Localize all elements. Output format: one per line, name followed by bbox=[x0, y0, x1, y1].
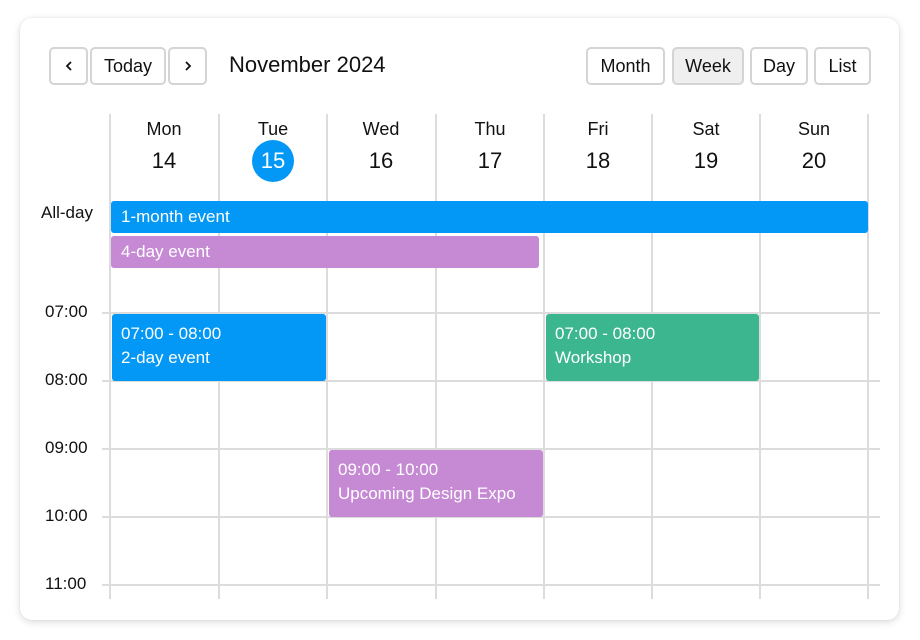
view-week-button[interactable]: Week bbox=[672, 47, 744, 85]
day-name: Sun bbox=[797, 119, 831, 139]
day-name: Sat bbox=[692, 119, 720, 139]
day-name: Wed bbox=[362, 119, 400, 139]
day-number: 14 bbox=[151, 148, 177, 173]
time-label: 08:00 bbox=[45, 370, 88, 389]
timed-event[interactable]: 07:00 - 08:00 2-day event bbox=[112, 314, 326, 381]
grid-column-line bbox=[109, 114, 111, 599]
day-number: 18 bbox=[585, 148, 611, 173]
grid-column-line bbox=[543, 114, 545, 599]
prev-button[interactable] bbox=[49, 47, 88, 85]
day-name: Thu bbox=[474, 119, 506, 139]
view-list-button[interactable]: List bbox=[814, 47, 871, 85]
event-title: Workshop bbox=[555, 348, 632, 367]
day-header-thu[interactable]: Thu 17 bbox=[436, 118, 544, 175]
time-label: 10:00 bbox=[45, 506, 88, 525]
allday-label: All-day bbox=[41, 203, 93, 222]
event-time: 07:00 - 08:00 bbox=[121, 324, 222, 343]
day-number: 17 bbox=[477, 148, 503, 173]
timed-event[interactable]: 09:00 - 10:00 Upcoming Design Expo bbox=[329, 450, 543, 517]
view-month-button[interactable]: Month bbox=[586, 47, 665, 85]
day-number: 16 bbox=[368, 148, 394, 173]
time-label: 07:00 bbox=[45, 302, 88, 321]
time-label: 11:00 bbox=[45, 574, 87, 593]
day-number: 20 bbox=[801, 148, 827, 173]
today-date-badge: 15 bbox=[252, 140, 294, 182]
chevron-left-icon bbox=[65, 61, 72, 71]
grid-column-line bbox=[759, 114, 761, 599]
timed-event[interactable]: 07:00 - 08:00 Workshop bbox=[546, 314, 759, 381]
chevron-right-icon bbox=[184, 61, 191, 71]
grid-column-line bbox=[326, 114, 328, 599]
day-name: Mon bbox=[146, 119, 182, 139]
grid-column-line bbox=[867, 114, 869, 599]
day-header-mon[interactable]: Mon 14 bbox=[110, 118, 218, 175]
calendar-title: November 2024 bbox=[229, 52, 386, 77]
event-time: 09:00 - 10:00 bbox=[338, 460, 439, 479]
event-title: 2-day event bbox=[121, 348, 210, 367]
grid-column-line bbox=[435, 114, 437, 599]
today-button[interactable]: Today bbox=[90, 47, 166, 85]
allday-event[interactable]: 1-month event bbox=[111, 201, 868, 233]
day-header-fri[interactable]: Fri 18 bbox=[544, 118, 652, 175]
day-header-sun[interactable]: Sun 20 bbox=[760, 118, 868, 175]
time-label: 09:00 bbox=[45, 438, 88, 457]
view-day-button[interactable]: Day bbox=[750, 47, 808, 85]
hour-line bbox=[102, 584, 880, 586]
day-number: 19 bbox=[693, 148, 719, 173]
next-button[interactable] bbox=[168, 47, 207, 85]
day-header-tue[interactable]: Tue 15 bbox=[219, 118, 327, 182]
day-header-sat[interactable]: Sat 19 bbox=[652, 118, 760, 175]
event-title: Upcoming Design Expo bbox=[338, 484, 516, 503]
day-header-wed[interactable]: Wed 16 bbox=[327, 118, 435, 175]
allday-event[interactable]: 4-day event bbox=[111, 236, 539, 268]
day-name: Tue bbox=[257, 119, 289, 139]
event-time: 07:00 - 08:00 bbox=[555, 324, 656, 343]
day-name: Fri bbox=[587, 119, 609, 139]
